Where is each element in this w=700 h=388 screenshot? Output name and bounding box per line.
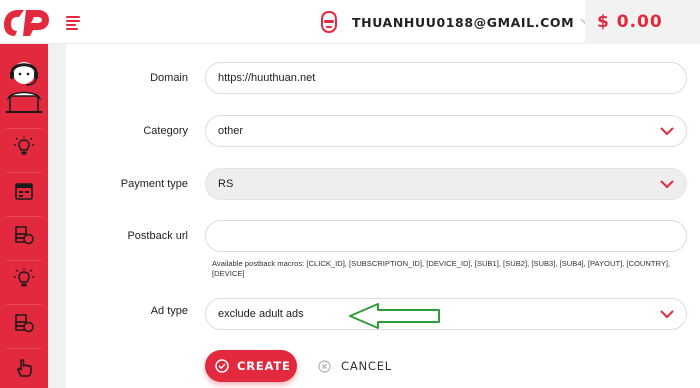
postback-url-field[interactable] [205,220,687,252]
payment-type-value: RS [218,178,234,190]
domain-field[interactable]: https://huuthuan.net [205,62,687,94]
ad-type-label: Ad type [150,305,188,317]
cancel-button-label: CANCEL [341,359,393,373]
hamburger-menu-icon[interactable] [66,16,80,30]
category-label: Category [143,125,188,137]
balance-amount: $ 0.00 [597,12,663,32]
chevron-down-icon [660,127,674,136]
create-button-label: CREATE [237,359,291,373]
payment-type-label: Payment type [120,178,188,190]
ad-type-select[interactable]: exclude adult ads [205,298,687,330]
account-email: THUANHUU0188@GMAIL.COM [352,14,575,30]
category-value: other [218,125,244,137]
balance-display: $ 0.00 [585,0,700,44]
top-header: THUANHUU0188@GMAIL.COM $ 0.00 [0,0,700,44]
calendar-icon[interactable] [13,180,35,202]
payment-type-select[interactable]: RS [205,168,687,200]
category-select[interactable]: other [205,115,687,147]
cancel-button[interactable]: CANCEL [318,350,408,382]
hand-pointer-icon[interactable] [13,356,35,378]
avatar-icon[interactable] [2,56,46,116]
postback-macros-hint: Available postback macros: [CLICK_ID], [… [212,259,671,278]
ad-type-value: exclude adult ads [218,308,304,320]
chevron-down-icon [660,310,674,319]
check-circle-icon [215,359,229,373]
sidebar-gutter [48,44,66,388]
lightbulb-icon[interactable] [13,136,35,158]
lightbulb-icon[interactable] [13,268,35,290]
account-menu[interactable]: THUANHUU0188@GMAIL.COM [320,10,592,34]
close-circle-icon [318,359,331,373]
chevron-down-icon [660,180,674,189]
domain-value: https://huuthuan.net [218,72,316,84]
coins-icon[interactable] [13,224,35,246]
user-mask-icon [321,11,337,33]
logo-icon[interactable] [0,5,52,41]
coins-icon[interactable] [13,312,35,334]
postback-url-label: Postback url [127,230,188,242]
domain-label: Domain [150,72,188,84]
annotation-arrow-icon [349,303,440,329]
sidebar [0,44,48,388]
create-button[interactable]: CREATE [205,350,297,382]
